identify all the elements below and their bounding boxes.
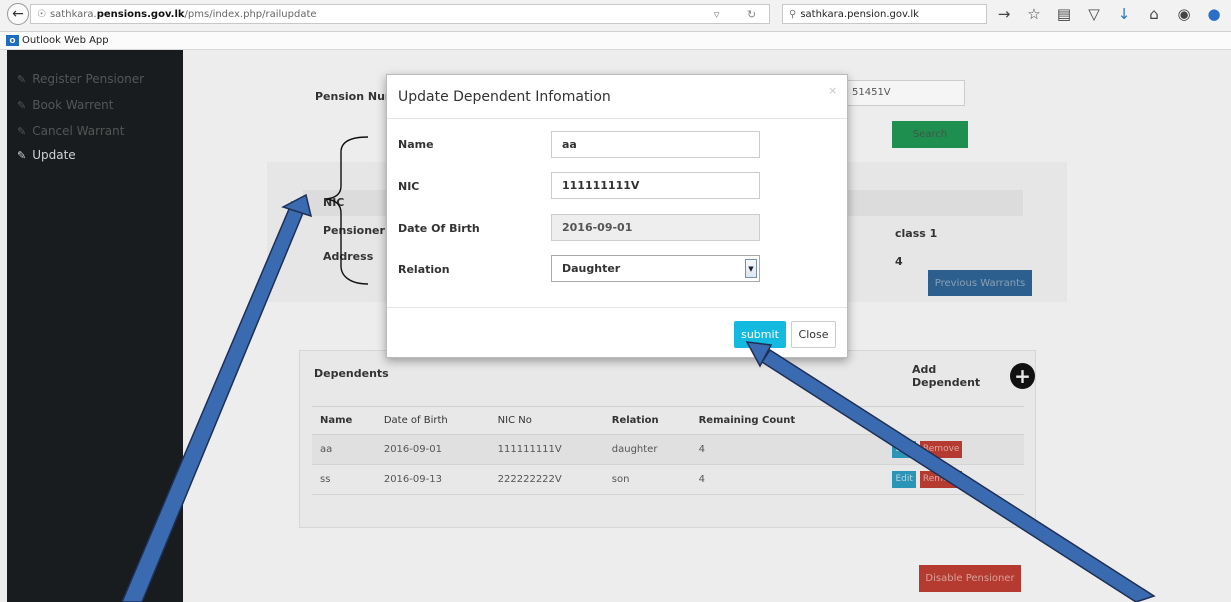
close-icon[interactable]: ×: [828, 84, 837, 97]
modal-title: Update Dependent Infomation: [398, 89, 611, 105]
modal-footer-divider: [387, 307, 847, 308]
url-tools: ▿ ↻: [700, 4, 770, 24]
dob-field: 2016-09-01: [551, 214, 760, 241]
url-domain: pensions.gov.lk: [96, 8, 185, 20]
name-label: Name: [398, 138, 434, 151]
bookmark-outlook[interactable]: Outlook Web App: [22, 35, 109, 46]
update-dependent-modal: Update Dependent Infomation × Name aa NI…: [386, 74, 848, 358]
chevron-down-icon[interactable]: ▼: [745, 259, 757, 278]
search-icon: ⚲: [789, 8, 797, 20]
reload-icon[interactable]: ↻: [747, 8, 756, 21]
browser-toolbar: ← ☉ sathkara. pensions.gov.lk/pms/index.p…: [0, 0, 1231, 32]
download-icon[interactable]: ↓: [1115, 5, 1133, 23]
search-bar[interactable]: ⚲ sathkara.pension.gov.lk: [782, 4, 987, 24]
url-prefix: sathkara.: [49, 8, 97, 20]
submit-button[interactable]: submit: [734, 321, 786, 348]
back-arrow-icon[interactable]: ←: [7, 3, 29, 25]
modal-header: Update Dependent Infomation ×: [387, 75, 847, 119]
chat-icon[interactable]: ◉: [1175, 5, 1193, 23]
nic-field-label: NIC: [398, 180, 420, 193]
nic-field[interactable]: 111111111V: [551, 172, 760, 199]
name-field[interactable]: aa: [551, 131, 760, 158]
relation-label: Relation: [398, 263, 450, 276]
toolbar-icons: → ☆ ▤ ▽ ↓ ⌂ ◉ ● ≡: [995, 3, 1231, 25]
search-text: sathkara.pension.gov.lk: [800, 8, 919, 20]
close-button[interactable]: Close: [791, 321, 836, 348]
account-icon[interactable]: ●: [1205, 5, 1223, 23]
relation-selected-value: Daughter: [562, 262, 621, 275]
reading-list-icon[interactable]: ▤: [1055, 5, 1073, 23]
bookmarks-bar: O Outlook Web App: [0, 32, 1231, 50]
url-path: /pms/index.php/railupdate: [184, 8, 317, 20]
outlook-icon: O: [6, 35, 19, 46]
pocket-icon[interactable]: ▽: [1085, 5, 1103, 23]
dropdown-icon[interactable]: ▿: [714, 8, 720, 21]
forward-icon[interactable]: →: [995, 5, 1013, 23]
address-bar[interactable]: ☉ sathkara. pensions.gov.lk/pms/index.php…: [30, 4, 770, 24]
home-icon[interactable]: ⌂: [1145, 5, 1163, 23]
dob-label: Date Of Birth: [398, 222, 480, 235]
star-icon[interactable]: ☆: [1025, 5, 1043, 23]
globe-icon: ☉: [37, 8, 46, 20]
relation-select[interactable]: Daughter ▼: [551, 255, 760, 282]
